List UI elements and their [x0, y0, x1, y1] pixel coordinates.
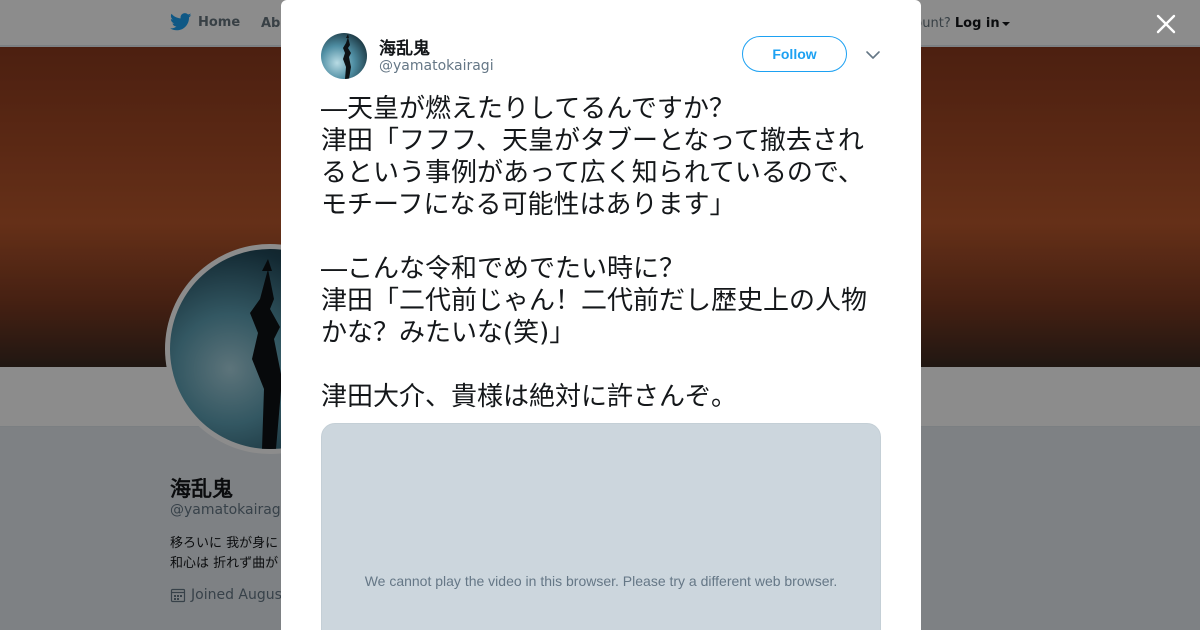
tweet-author-handle[interactable]: @yamatokairagi: [379, 58, 494, 74]
close-icon: [1156, 14, 1176, 34]
tweet-modal: 海乱鬼 @yamatokairagi Follow ―天皇が燃えたりしてるんです…: [281, 0, 921, 630]
tweet-text: ―天皇が燃えたりしてるんですか？ 津田「フフフ、天皇がタブーとなって撤去されると…: [321, 94, 868, 412]
tweet-author-name[interactable]: 海乱鬼: [379, 34, 430, 59]
tweet-author-avatar[interactable]: [321, 33, 367, 79]
tweet-video-player[interactable]: We cannot play the video in this browser…: [321, 423, 881, 630]
close-button[interactable]: [1152, 10, 1180, 38]
follow-button[interactable]: Follow: [742, 36, 847, 72]
video-unsupported-message: We cannot play the video in this browser…: [364, 573, 838, 589]
chevron-down-icon: [866, 51, 880, 59]
tweet-menu-button[interactable]: [865, 47, 881, 63]
